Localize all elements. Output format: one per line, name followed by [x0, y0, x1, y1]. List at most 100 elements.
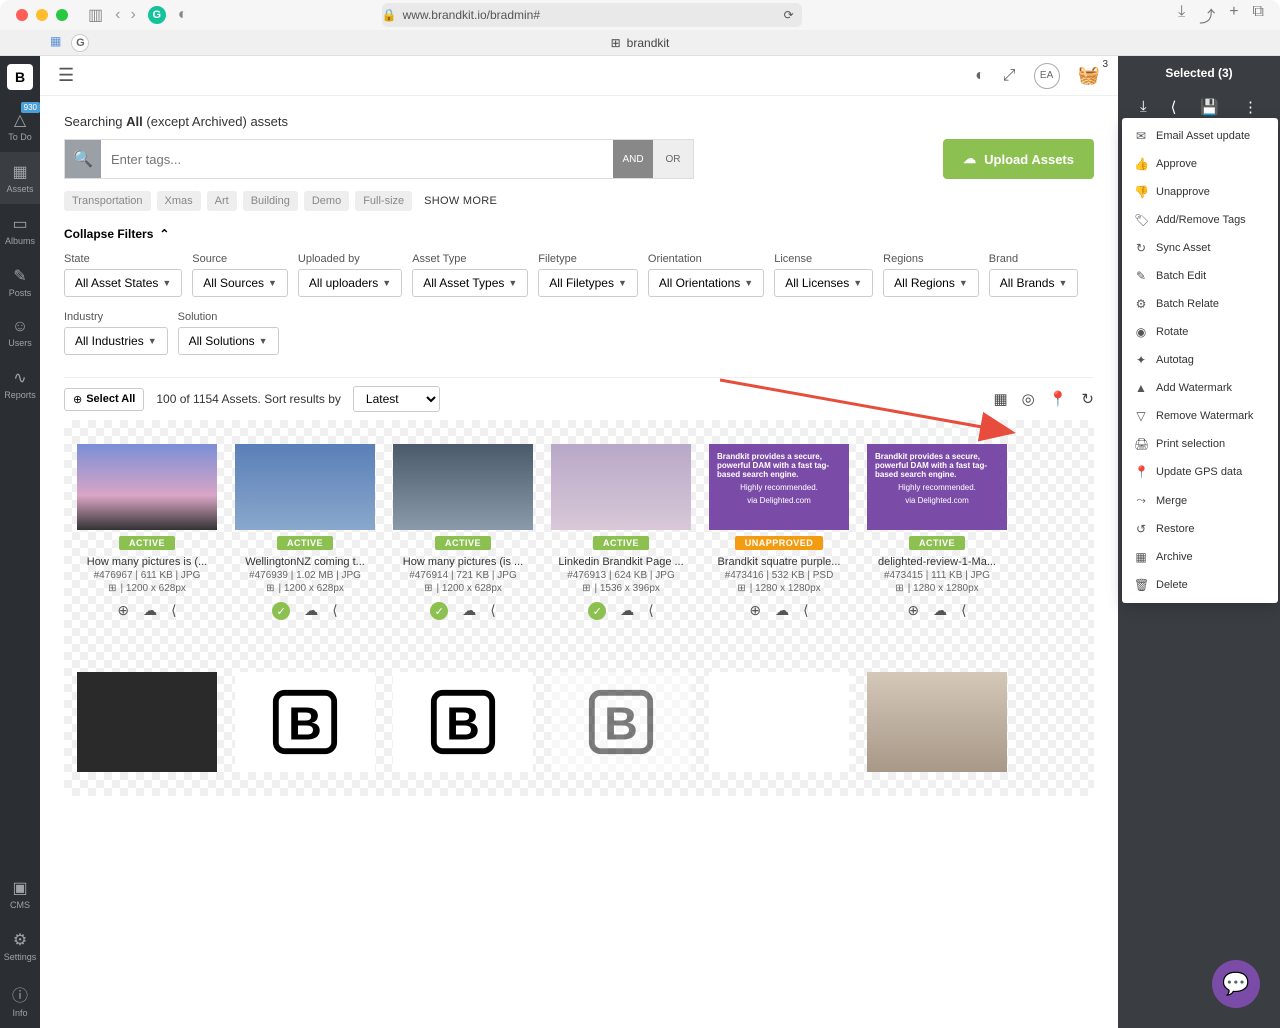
asset-card[interactable]: [74, 672, 220, 772]
asset-card[interactable]: ACTIVEHow many pictures (is ...#476914 |…: [390, 444, 536, 620]
tag-chip[interactable]: Transportation: [64, 191, 151, 211]
sidebar-item-reports[interactable]: ∿ Reports: [0, 358, 40, 410]
search-input[interactable]: [101, 140, 613, 178]
download-selection-icon[interactable]: ⤓: [1140, 98, 1147, 116]
menu-icon[interactable]: ▦: [50, 34, 61, 52]
refresh-icon[interactable]: ↻: [1081, 390, 1094, 408]
tag-chip[interactable]: Building: [243, 191, 298, 211]
asset-card[interactable]: B: [548, 672, 694, 772]
tabs-icon[interactable]: ⧉: [1253, 3, 1264, 27]
menu-item-add-watermark[interactable]: ▲Add Watermark: [1122, 374, 1278, 402]
asset-card[interactable]: [864, 672, 1010, 772]
asset-card[interactable]: ACTIVELinkedin Brandkit Page ...#476913 …: [548, 444, 694, 620]
user-avatar[interactable]: EA: [1034, 63, 1060, 89]
app-logo[interactable]: B: [7, 64, 33, 90]
share-asset-button[interactable]: ⟨: [332, 602, 337, 620]
menu-item-delete[interactable]: 🗑Delete: [1122, 571, 1278, 599]
tag-chip[interactable]: Art: [207, 191, 237, 211]
menu-item-sync-asset[interactable]: ↻Sync Asset: [1122, 234, 1278, 262]
asset-thumbnail[interactable]: B: [235, 672, 375, 772]
url-bar[interactable]: 🔒 www.brandkit.io/bradmin# ⟳: [382, 3, 802, 27]
sidebar-item-albums[interactable]: ▭ Albums: [0, 204, 40, 256]
share-asset-button[interactable]: ⟨: [171, 602, 176, 619]
menu-item-rotate[interactable]: ◉Rotate: [1122, 318, 1278, 346]
select-asset-button[interactable]: ✓: [588, 602, 606, 620]
download-asset-button[interactable]: ☁: [304, 602, 318, 620]
download-asset-button[interactable]: ☁: [462, 602, 476, 620]
filter-dropdown[interactable]: All Filetypes ▼: [538, 269, 638, 297]
filter-dropdown[interactable]: All Brands ▼: [989, 269, 1079, 297]
download-asset-button[interactable]: ☁: [143, 602, 157, 619]
hamburger-icon[interactable]: ☰: [58, 65, 74, 86]
sidebar-item-cms[interactable]: ▣ CMS: [0, 868, 40, 920]
menu-item-approve[interactable]: 👍Approve: [1122, 150, 1278, 178]
menu-item-restore[interactable]: ↺Restore: [1122, 515, 1278, 543]
map-pin-icon[interactable]: 📍: [1049, 390, 1068, 408]
asset-card[interactable]: [706, 672, 852, 772]
share-icon[interactable]: ⤴: [1199, 3, 1215, 27]
asset-thumbnail[interactable]: B: [551, 672, 691, 772]
filter-dropdown[interactable]: All uploaders ▼: [298, 269, 402, 297]
sidebar-item-todo[interactable]: 930 △ To Do: [0, 100, 40, 152]
asset-thumbnail[interactable]: [77, 672, 217, 772]
sidebar-item-users[interactable]: ☺ Users: [0, 308, 40, 358]
menu-item-batch-relate[interactable]: ⚙Batch Relate: [1122, 290, 1278, 318]
asset-card[interactable]: ACTIVEHow many pictures is (...#476967 |…: [74, 444, 220, 620]
sidebar-toggle-icon[interactable]: ▥: [88, 5, 103, 25]
menu-item-update-gps-data[interactable]: 📍Update GPS data: [1122, 458, 1278, 486]
download-asset-button[interactable]: ☁: [775, 602, 789, 619]
asset-card[interactable]: Brandkit provides a secure, powerful DAM…: [864, 444, 1010, 620]
contrast-icon[interactable]: ◐: [975, 67, 985, 85]
new-tab-icon[interactable]: +: [1229, 3, 1238, 27]
menu-item-merge[interactable]: ⤳Merge: [1122, 486, 1278, 515]
menu-item-batch-edit[interactable]: ✎Batch Edit: [1122, 262, 1278, 290]
filter-dropdown[interactable]: All Solutions ▼: [178, 327, 279, 355]
asset-thumbnail[interactable]: [867, 672, 1007, 772]
select-asset-button[interactable]: ⊕: [117, 602, 129, 619]
menu-item-email-asset-update[interactable]: ✉Email Asset update: [1122, 122, 1278, 150]
filter-dropdown[interactable]: All Orientations ▼: [648, 269, 764, 297]
more-options-icon[interactable]: ⋮: [1243, 98, 1258, 116]
back-button[interactable]: ‹: [115, 6, 120, 24]
share-asset-button[interactable]: ⟨: [961, 602, 966, 619]
circle-view-icon[interactable]: ◎: [1022, 390, 1035, 408]
select-asset-button[interactable]: ⊕: [907, 602, 919, 619]
upload-assets-button[interactable]: ☁ Upload Assets: [943, 139, 1094, 179]
menu-item-autotag[interactable]: ✦Autotag: [1122, 346, 1278, 374]
menu-item-remove-watermark[interactable]: ▽Remove Watermark: [1122, 402, 1278, 430]
select-asset-button[interactable]: ⊕: [749, 602, 761, 619]
filter-dropdown[interactable]: All Regions ▼: [883, 269, 979, 297]
basket-icon[interactable]: 🧺3: [1078, 65, 1100, 86]
collapse-filters-toggle[interactable]: Collapse Filters ⌃: [64, 227, 1094, 241]
select-asset-button[interactable]: ✓: [430, 602, 448, 620]
asset-card[interactable]: B: [232, 672, 378, 772]
grammarly-tab-icon[interactable]: G: [71, 34, 89, 52]
maximize-window-button[interactable]: [56, 9, 68, 21]
asset-thumbnail[interactable]: [77, 444, 217, 530]
sort-select[interactable]: Latest: [353, 386, 440, 412]
grammarly-icon[interactable]: G: [148, 6, 166, 24]
download-icon[interactable]: ⤓: [1178, 3, 1185, 27]
download-asset-button[interactable]: ☁: [933, 602, 947, 619]
asset-card[interactable]: B: [390, 672, 536, 772]
asset-thumbnail[interactable]: Brandkit provides a secure, powerful DAM…: [867, 444, 1007, 530]
shield-icon[interactable]: ◐: [178, 6, 188, 24]
filter-dropdown[interactable]: All Licenses ▼: [774, 269, 873, 297]
asset-card[interactable]: ACTIVEWellingtonNZ coming t...#476939 | …: [232, 444, 378, 620]
close-window-button[interactable]: [16, 9, 28, 21]
select-asset-button[interactable]: ✓: [272, 602, 290, 620]
download-asset-button[interactable]: ☁: [620, 602, 634, 620]
asset-card[interactable]: Brandkit provides a secure, powerful DAM…: [706, 444, 852, 620]
and-button[interactable]: AND: [613, 140, 653, 178]
tag-chip[interactable]: Full-size: [355, 191, 412, 211]
menu-item-archive[interactable]: ▦Archive: [1122, 543, 1278, 571]
tag-chip[interactable]: Xmas: [157, 191, 201, 211]
save-selection-icon[interactable]: 💾: [1200, 98, 1219, 116]
share-asset-button[interactable]: ⟨: [648, 602, 653, 620]
minimize-window-button[interactable]: [36, 9, 48, 21]
asset-thumbnail[interactable]: [709, 672, 849, 772]
select-all-button[interactable]: ⊕ Select All: [64, 388, 144, 411]
menu-item-print-selection[interactable]: 🖨Print selection: [1122, 430, 1278, 458]
filter-dropdown[interactable]: All Asset States ▼: [64, 269, 182, 297]
tab-title[interactable]: brandkit: [627, 36, 670, 50]
